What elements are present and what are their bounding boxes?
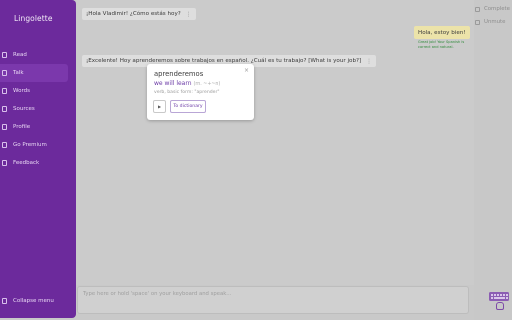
- sidebar-item-label: Profile: [13, 124, 31, 130]
- more-options-icon[interactable]: ⋮: [186, 11, 192, 18]
- message-text: ¡Hola Vladimir! ¿Cómo estás hoy?: [86, 11, 181, 17]
- feedback-note: Great job! Your Spanish is correct and n…: [418, 40, 465, 49]
- collapse-menu-label: Collapse menu: [13, 298, 54, 304]
- popup-translation: we will learn (rn. ~+~n): [154, 80, 220, 87]
- unmute-label: Unmute: [484, 19, 506, 25]
- book-icon: [2, 52, 7, 58]
- close-icon[interactable]: ×: [244, 67, 249, 74]
- sidebar-item-talk[interactable]: Talk: [0, 64, 68, 82]
- sidebar: Lingolette Read Talk Words Sources Profi…: [0, 0, 76, 318]
- sidebar-item-read[interactable]: Read: [0, 46, 76, 64]
- premium-icon: [2, 142, 7, 148]
- right-rail: Complete Unmute: [474, 0, 512, 320]
- popup-grammar: verb, basic form: "aprender": [154, 90, 220, 95]
- pronunciation-text: (rn. ~+~n): [193, 82, 221, 87]
- sidebar-item-words[interactable]: Words: [0, 82, 76, 100]
- sidebar-item-label: Go Premium: [13, 142, 47, 148]
- unmute-button[interactable]: Unmute: [474, 16, 512, 28]
- pointer-hand-icon: [496, 302, 504, 310]
- collapse-menu-button[interactable]: Collapse menu: [2, 298, 54, 304]
- sidebar-nav: Read Talk Words Sources Profile Go Premi…: [0, 46, 76, 172]
- sources-icon: [2, 106, 7, 112]
- sidebar-item-label: Words: [13, 88, 31, 94]
- play-icon: ▶: [157, 104, 162, 109]
- sidebar-item-profile[interactable]: Profile: [0, 118, 76, 136]
- more-options-icon[interactable]: ⋮: [366, 58, 372, 65]
- message-input[interactable]: Type here or hold 'space' on your keyboa…: [77, 286, 469, 314]
- sidebar-item-label: Read: [13, 52, 27, 58]
- chat-area: ¡Hola Vladimir! ¿Cómo estás hoy? ⋮ Hola,…: [76, 0, 474, 285]
- word-translation-popup: × aprenderemos we will learn (rn. ~+~n) …: [147, 64, 254, 120]
- sidebar-item-label: Talk: [13, 70, 24, 76]
- keyboard-icon[interactable]: [489, 292, 509, 301]
- sidebar-item-premium[interactable]: Go Premium: [0, 136, 76, 154]
- mute-icon: [475, 19, 480, 25]
- sidebar-item-sources[interactable]: Sources: [0, 100, 76, 118]
- popup-word: aprenderemos: [154, 70, 204, 78]
- message-text: Hola, estoy bien!: [418, 29, 466, 36]
- app-logo: Lingolette: [14, 14, 53, 23]
- sidebar-item-feedback[interactable]: Feedback: [0, 154, 76, 172]
- chat-icon: [2, 70, 7, 76]
- collapse-icon: [2, 298, 7, 304]
- complete-label: Complete: [484, 6, 510, 12]
- feedback-icon: [2, 160, 7, 166]
- profile-icon: [2, 124, 7, 130]
- input-placeholder: Type here or hold 'space' on your keyboa…: [83, 291, 232, 297]
- complete-button[interactable]: Complete: [474, 3, 512, 15]
- translation-text: we will learn: [154, 80, 192, 87]
- play-audio-button[interactable]: ▶: [153, 100, 166, 113]
- assistant-message[interactable]: ¡Hola Vladimir! ¿Cómo estás hoy? ⋮: [82, 8, 196, 20]
- to-dictionary-button[interactable]: To dictionary: [170, 100, 206, 113]
- sidebar-item-label: Feedback: [13, 160, 40, 166]
- check-icon: [475, 6, 480, 12]
- sidebar-item-label: Sources: [13, 106, 35, 112]
- words-icon: [2, 88, 7, 94]
- user-message[interactable]: Hola, estoy bien!: [414, 26, 470, 39]
